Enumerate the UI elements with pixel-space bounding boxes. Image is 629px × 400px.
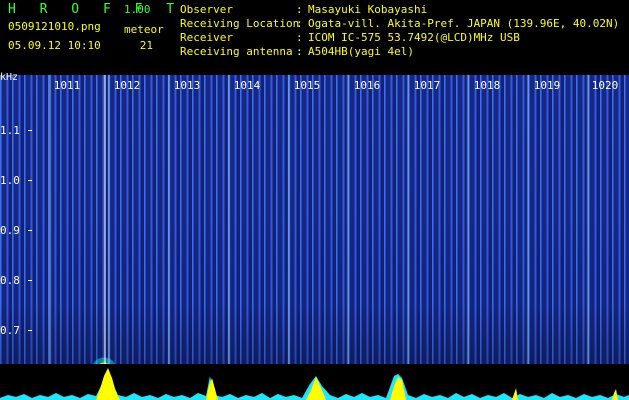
minute-divider-1011 xyxy=(49,75,51,400)
receiver-colon: : xyxy=(296,31,303,44)
location-label: Receiving Location xyxy=(180,17,300,30)
y-axis-unit-label: kHz xyxy=(0,72,19,83)
event-cursor-line xyxy=(104,75,106,400)
file-name: 0509121010.png xyxy=(8,20,101,33)
activity-strip xyxy=(0,364,629,400)
receiver-row: Receiver : ICOM IC-575 53.7492(@LCD)MHz … xyxy=(180,31,619,45)
timestamp: 05.09.12 10:10 xyxy=(8,39,101,52)
receiver-value: ICOM IC-575 53.7492(@LCD)MHz USB xyxy=(308,31,520,44)
app-brand: H R O F F T xyxy=(8,2,183,17)
antenna-colon: : xyxy=(296,45,303,58)
receiver-label: Receiver xyxy=(180,31,233,44)
meteor-count: 21 xyxy=(139,39,153,52)
location-value: Ogata-vill. Akita-Pref. JAPAN (139.96E, … xyxy=(308,17,620,30)
minute-divider-1020 xyxy=(587,75,589,400)
app-version: 1.00 xyxy=(124,3,151,16)
header-panel: H R O F F T 1.00 0509121010.png meteor 0… xyxy=(0,0,629,75)
observer-label: Observer xyxy=(180,3,233,16)
location-row: Receiving Location : Ogata-vill. Akita-P… xyxy=(180,17,619,31)
antenna-row: Receiving antenna : A504HB(yagi 4el) xyxy=(180,45,619,59)
observer-value: Masayuki Kobayashi xyxy=(308,3,428,16)
minute-divider-1012 xyxy=(108,75,110,400)
minute-divider-1017 xyxy=(407,75,409,400)
activity-chart xyxy=(0,364,629,400)
observer-row: Observer : Masayuki Kobayashi xyxy=(180,3,619,17)
meteor-label: meteor xyxy=(124,23,164,36)
minute-divider-1015 xyxy=(288,75,290,400)
spectrogram-plot xyxy=(0,75,629,400)
metadata-block: Observer : Masayuki Kobayashi Receiving … xyxy=(180,3,619,59)
minute-divider-1016 xyxy=(347,75,349,400)
minute-divider-1019 xyxy=(527,75,529,400)
location-colon: : xyxy=(296,17,303,30)
antenna-label: Receiving antenna xyxy=(180,45,293,58)
minute-divider-1018 xyxy=(467,75,469,400)
minute-divider-1014 xyxy=(228,75,230,400)
observer-colon: : xyxy=(296,3,303,16)
antenna-value: A504HB(yagi 4el) xyxy=(308,45,414,58)
minute-divider-1013 xyxy=(168,75,170,400)
